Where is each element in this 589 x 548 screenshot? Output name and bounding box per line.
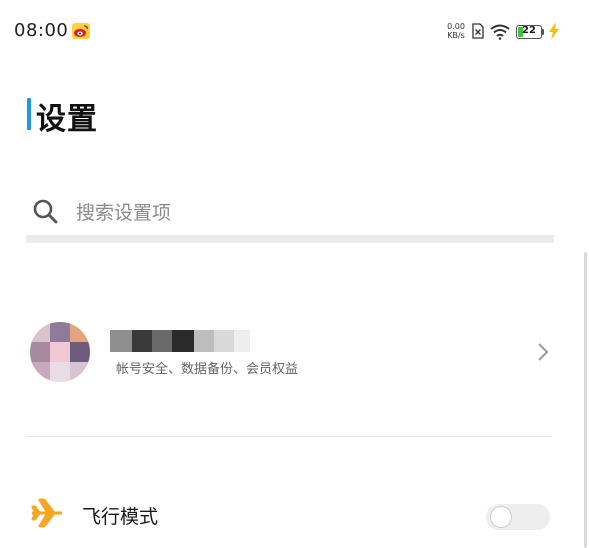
account-name-redacted [110,330,250,352]
account-subtitle: 帐号安全、数据备份、会员权益 [116,362,299,377]
search-bar[interactable]: 搜索设置项 [26,190,554,234]
net-speed-value: 0.00 [447,22,465,31]
net-speed: 0.00 KB/s [445,22,467,40]
airplane-mode-toggle[interactable] [486,504,550,530]
sim-icon [472,23,484,39]
scrollbar[interactable] [584,252,587,548]
battery-cap [542,29,544,35]
search-underline [26,235,554,243]
net-speed-unit: KB/s [447,31,465,40]
search-input[interactable]: 搜索设置项 [76,198,171,225]
charging-bolt-icon [549,22,559,40]
status-bar: 08:00 0.00 KB/s 22 [0,0,589,62]
battery-level: 22 [522,25,536,36]
status-time: 08:00 [14,20,69,41]
airplane-mode-label: 飞行模式 [82,506,159,528]
wifi-icon [490,24,510,40]
account-row[interactable]: 帐号安全、数据备份、会员权益 [10,310,570,394]
title-accent-bar [27,98,31,130]
divider [26,436,552,437]
battery-icon: 22 [516,25,542,39]
airplane-icon [31,498,62,528]
weibo-icon [72,23,90,39]
settings-item-airplane-mode[interactable]: 飞行模式 [0,490,589,538]
toggle-knob [490,506,512,528]
chevron-right-icon [538,343,549,361]
search-icon [33,199,58,224]
page-title: 设置 [36,102,98,137]
avatar [30,322,90,382]
